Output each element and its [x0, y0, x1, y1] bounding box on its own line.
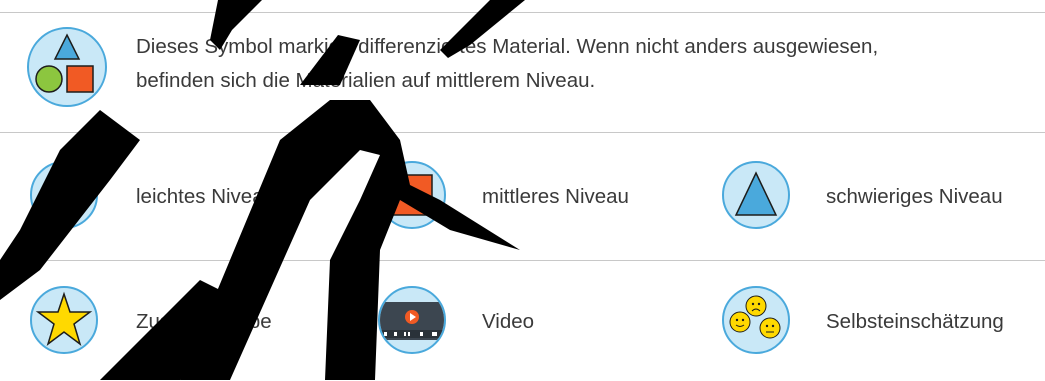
easy-level-label: leichtes Niveau [136, 185, 276, 208]
hard-level-icon [722, 161, 790, 229]
divider-1 [0, 132, 1045, 133]
intro-line-1: Dieses Symbol markiert differenziertes M… [136, 35, 879, 58]
video-icon [378, 286, 446, 354]
extra-task-label: Zusatzaufgabe [136, 310, 272, 333]
medium-level-label: mittleres Niveau [482, 185, 629, 208]
differentiation-icon [27, 27, 107, 107]
divider-top [0, 12, 1045, 13]
star-icon [30, 286, 98, 354]
self-assessment-label: Selbsteinschätzung [826, 310, 1004, 333]
medium-level-icon [378, 161, 446, 229]
intro-text: Dieses Symbol markiert differenziertes M… [136, 30, 1036, 98]
self-assessment-icon [722, 286, 790, 354]
video-label: Video [482, 310, 535, 333]
intro-line-2: befinden sich die Materialien auf mittle… [136, 69, 596, 92]
hard-level-label: schwieriges Niveau [826, 185, 1003, 208]
divider-2 [0, 260, 1045, 261]
easy-level-icon [30, 161, 98, 229]
